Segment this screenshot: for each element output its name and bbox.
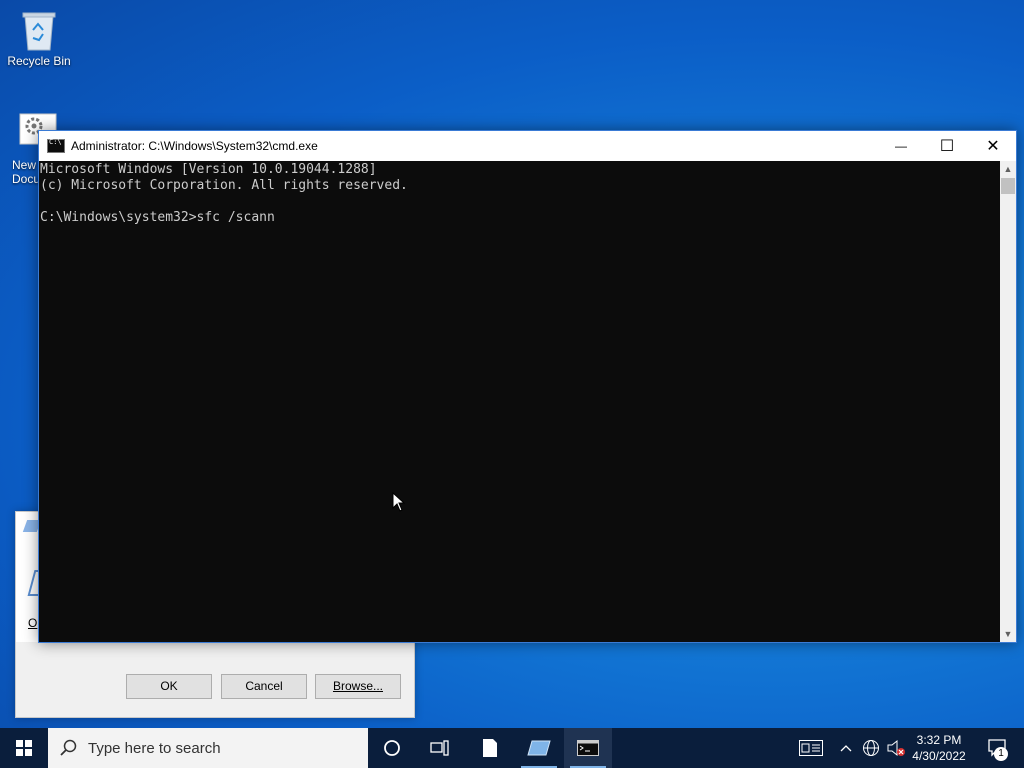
cortana-button[interactable] (368, 728, 416, 768)
recycle-bin-label: Recycle Bin (7, 54, 71, 68)
browse-button[interactable]: Browse... (315, 674, 401, 699)
cancel-button[interactable]: Cancel (221, 674, 307, 699)
mouse-cursor-icon (392, 491, 406, 517)
blank-document-icon (483, 739, 497, 757)
volume-muted-icon (887, 739, 905, 757)
cmd-app-icon (577, 740, 599, 756)
clock[interactable]: 3:32 PM 4/30/2022 (908, 728, 970, 768)
close-icon: ✕ (986, 138, 1000, 155)
cmd-titlebar[interactable]: Administrator: C:\Windows\System32\cmd.e… (39, 131, 1016, 161)
taskbar-app-cmd[interactable] (564, 728, 612, 768)
search-placeholder: Type here to search (88, 739, 221, 757)
clock-date: 4/30/2022 (912, 749, 966, 763)
console-scrollbar[interactable]: ▲ ▼ (1000, 161, 1016, 642)
cmd-app-icon (47, 138, 65, 153)
notification-count-badge: 1 (994, 747, 1008, 761)
console-line: Microsoft Windows [Version 10.0.19044.12… (40, 162, 377, 177)
scroll-down-icon[interactable]: ▼ (1000, 626, 1016, 642)
action-center-button[interactable]: 1 (978, 728, 1018, 768)
network-globe-icon (863, 740, 879, 756)
taskbar-app-notepad[interactable] (466, 728, 514, 768)
task-view-icon (430, 740, 449, 756)
windows-logo-icon (16, 740, 32, 756)
run-dialog-open-label: O (28, 616, 38, 630)
task-view-button[interactable] (416, 728, 464, 768)
taskbar-app-run[interactable] (515, 728, 563, 768)
chevron-up-icon (840, 745, 852, 752)
minimize-button[interactable]: — (878, 131, 924, 161)
cmd-window-title: Administrator: C:\Windows\System32\cmd.e… (71, 139, 318, 153)
cmd-window[interactable]: Administrator: C:\Windows\System32\cmd.e… (38, 130, 1017, 643)
show-hidden-icons-button[interactable] (836, 728, 856, 768)
ok-button[interactable]: OK (126, 674, 212, 699)
new-document-label: New Docu (12, 158, 38, 186)
desktop-icon-recycle-bin[interactable]: Recycle Bin (1, 8, 77, 68)
console-prompt-line[interactable]: C:\Windows\system32>sfc /scann (40, 210, 1000, 226)
search-icon (60, 739, 77, 756)
maximize-icon: ☐ (939, 138, 955, 155)
minimize-icon: — (895, 139, 907, 153)
news-widget-button[interactable] (794, 728, 828, 768)
console-line: (c) Microsoft Corporation. All rights re… (40, 178, 408, 193)
start-button[interactable] (0, 728, 48, 768)
clock-time: 3:32 PM (916, 733, 962, 747)
cortana-circle-icon (384, 740, 400, 756)
console-output[interactable]: Microsoft Windows [Version 10.0.19044.12… (39, 161, 1000, 642)
close-button[interactable]: ✕ (970, 131, 1016, 161)
maximize-button[interactable]: ☐ (924, 131, 970, 161)
run-app-icon (527, 740, 551, 756)
volume-button[interactable] (884, 728, 908, 768)
taskbar: Type here to search 3:32 PM 4/30/2022 1 (0, 728, 1024, 768)
news-icon (799, 740, 823, 756)
taskbar-search-box[interactable]: Type here to search (48, 728, 368, 768)
recycle-bin-icon (19, 8, 59, 52)
scroll-thumb[interactable] (1001, 178, 1015, 194)
scroll-up-icon[interactable]: ▲ (1000, 161, 1016, 177)
network-button[interactable] (860, 728, 882, 768)
